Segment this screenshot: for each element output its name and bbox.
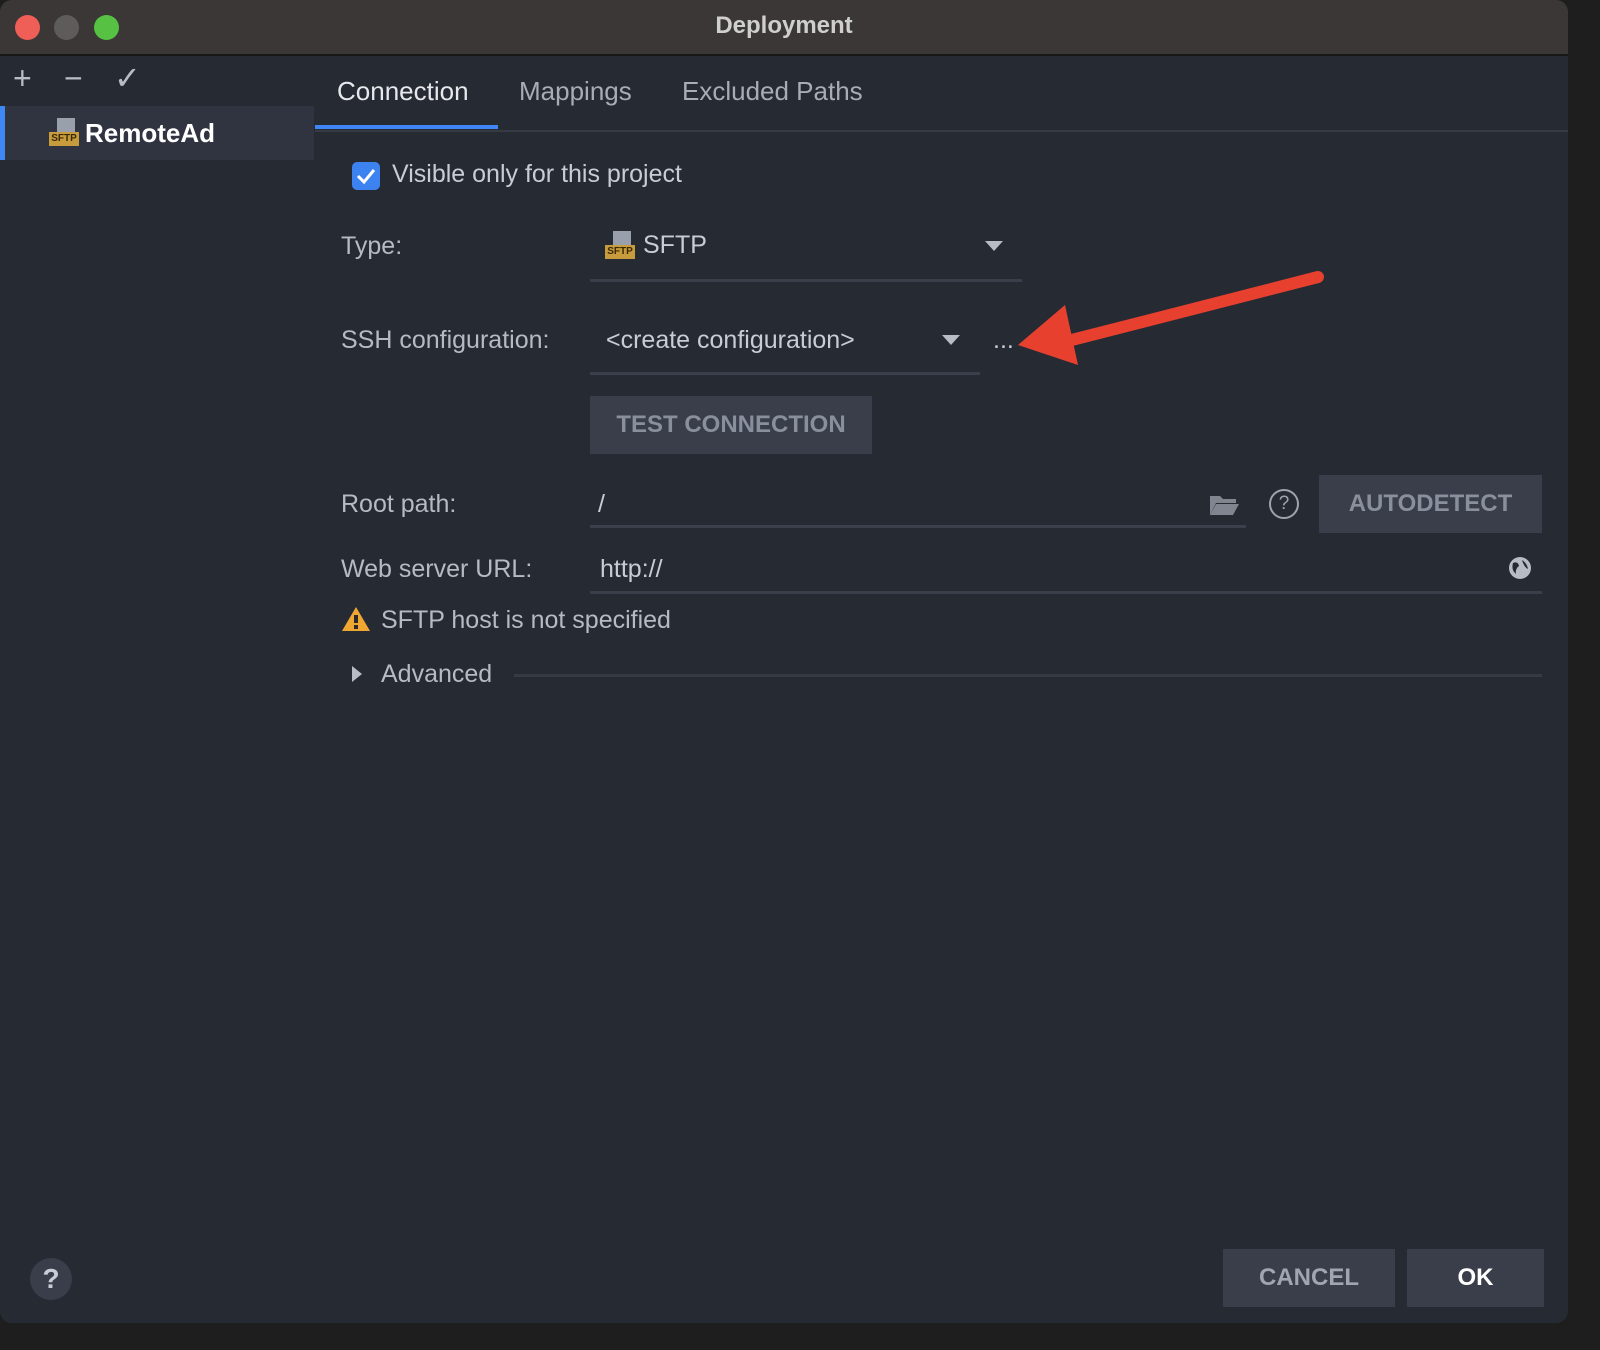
active-tab-indicator <box>315 125 498 129</box>
web-server-url-value: http:// <box>600 555 663 583</box>
tab-connection[interactable]: Connection <box>337 76 469 107</box>
tab-mappings[interactable]: Mappings <box>519 76 632 107</box>
web-server-url-label: Web server URL: <box>341 555 533 583</box>
chevron-down-icon <box>942 335 960 345</box>
folder-icon[interactable] <box>1208 493 1240 517</box>
root-path-value: / <box>598 490 605 518</box>
warning-message: SFTP host is not specified <box>381 606 671 634</box>
sidebar <box>0 56 314 1323</box>
warning-icon <box>342 607 370 631</box>
sidebar-item-label: RemoteAd <box>85 118 216 148</box>
sidebar-item-remotead[interactable]: SFTP RemoteAd <box>0 106 314 160</box>
ssh-config-label: SSH configuration: <box>341 326 550 354</box>
deployment-dialog: Deployment + − ✓ SFTP RemoteAd Connectio… <box>0 0 1568 1323</box>
chevron-right-icon <box>352 666 362 682</box>
type-value: SFTP <box>643 231 707 259</box>
autodetect-button[interactable]: AUTODETECT <box>1319 475 1542 533</box>
visible-only-label: Visible only for this project <box>392 160 682 188</box>
add-icon[interactable]: + <box>13 62 32 94</box>
annotation-arrow-icon <box>1018 271 1324 365</box>
globe-icon[interactable] <box>1507 555 1533 581</box>
cancel-button[interactable]: CANCEL <box>1223 1249 1395 1307</box>
sftp-icon: SFTP <box>49 118 79 146</box>
test-connection-button[interactable]: TEST CONNECTION <box>590 396 872 454</box>
sftp-icon: SFTP <box>605 231 635 259</box>
check-icon[interactable]: ✓ <box>114 62 141 94</box>
window-title: Deployment <box>715 12 853 39</box>
ssh-config-value: <create configuration> <box>606 326 855 354</box>
type-label: Type: <box>341 232 403 260</box>
advanced-label: Advanced <box>381 660 493 688</box>
chevron-down-icon <box>985 241 1003 251</box>
visible-only-checkbox[interactable] <box>352 162 380 190</box>
remove-icon[interactable]: − <box>64 62 83 94</box>
tab-bar: Connection Mappings Excluded Paths <box>315 56 1568 132</box>
title-bar: Deployment <box>0 0 1568 56</box>
advanced-divider <box>514 674 1542 677</box>
ok-button[interactable]: OK <box>1407 1249 1544 1307</box>
help-icon[interactable]: ? <box>1269 489 1299 519</box>
root-path-label: Root path: <box>341 490 457 518</box>
tab-excluded-paths[interactable]: Excluded Paths <box>682 76 863 107</box>
help-button[interactable]: ? <box>30 1258 72 1300</box>
